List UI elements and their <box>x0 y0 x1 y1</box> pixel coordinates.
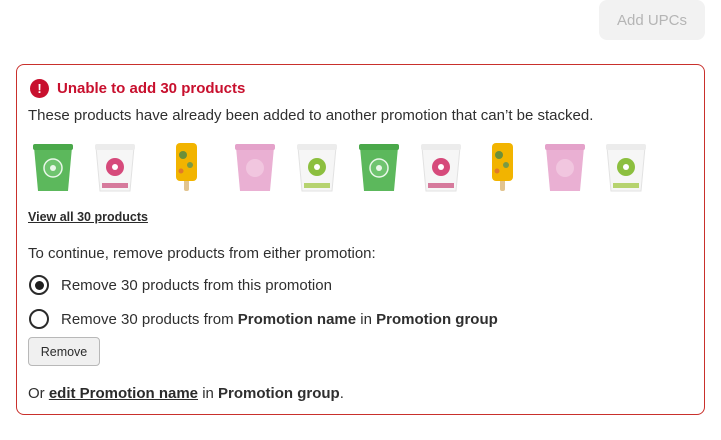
edit-promotion-line: Or edit Promotion name in Promotion grou… <box>28 385 344 402</box>
view-all-products-link[interactable]: View all 30 products <box>28 210 148 224</box>
error-title: Unable to add 30 products <box>57 80 246 97</box>
edit-promotion-link[interactable]: edit Promotion name <box>49 385 198 402</box>
product-thumbnail <box>33 144 73 191</box>
product-thumbnail <box>176 143 197 191</box>
error-icon: ! <box>30 79 49 98</box>
option2-label: Remove 30 products from Promotion name i… <box>61 310 498 328</box>
option1-label: Remove 30 products from this promotion <box>61 276 332 294</box>
product-thumbnail <box>95 144 135 192</box>
product-thumbnail <box>545 144 585 191</box>
option-remove-from-this[interactable]: Remove 30 products from this promotion <box>29 275 332 295</box>
error-description: These products have already been added t… <box>28 107 594 124</box>
radio-unselected[interactable] <box>29 309 49 329</box>
product-thumbnail <box>492 143 513 191</box>
instruction-text: To continue, remove products from either… <box>28 245 376 262</box>
product-thumbnails <box>31 141 651 193</box>
error-header: ! Unable to add 30 products <box>30 79 245 98</box>
product-thumbnail <box>297 144 337 192</box>
add-upcs-button[interactable]: Add UPCs <box>599 0 705 40</box>
product-thumbnail <box>235 144 275 191</box>
error-card: ! Unable to add 30 products These produc… <box>16 64 705 415</box>
product-thumbnail <box>359 144 399 191</box>
remove-button[interactable]: Remove <box>28 337 100 366</box>
radio-selected[interactable] <box>29 275 49 295</box>
product-thumbnail <box>606 144 646 192</box>
option-remove-from-other[interactable]: Remove 30 products from Promotion name i… <box>29 309 498 329</box>
product-thumbnail <box>421 144 461 192</box>
